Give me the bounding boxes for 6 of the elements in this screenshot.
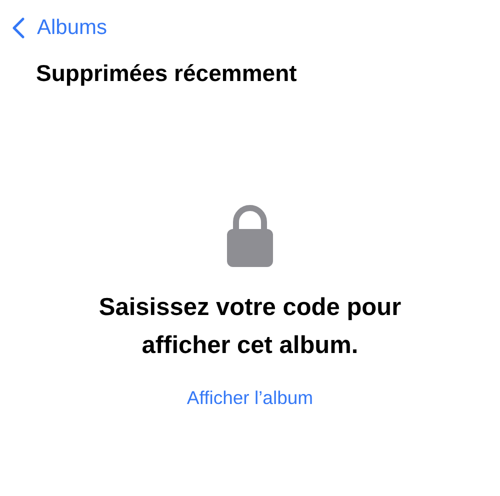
show-album-link[interactable]: Afficher l’album — [186, 387, 314, 409]
lock-icon — [226, 205, 274, 267]
back-button[interactable]: Albums — [10, 14, 110, 42]
message-text: Saisissez votre code pour afficher cet album. — [98, 293, 402, 361]
chevron-left-icon — [12, 17, 25, 39]
page-title: Supprimées récemment — [36, 60, 298, 87]
